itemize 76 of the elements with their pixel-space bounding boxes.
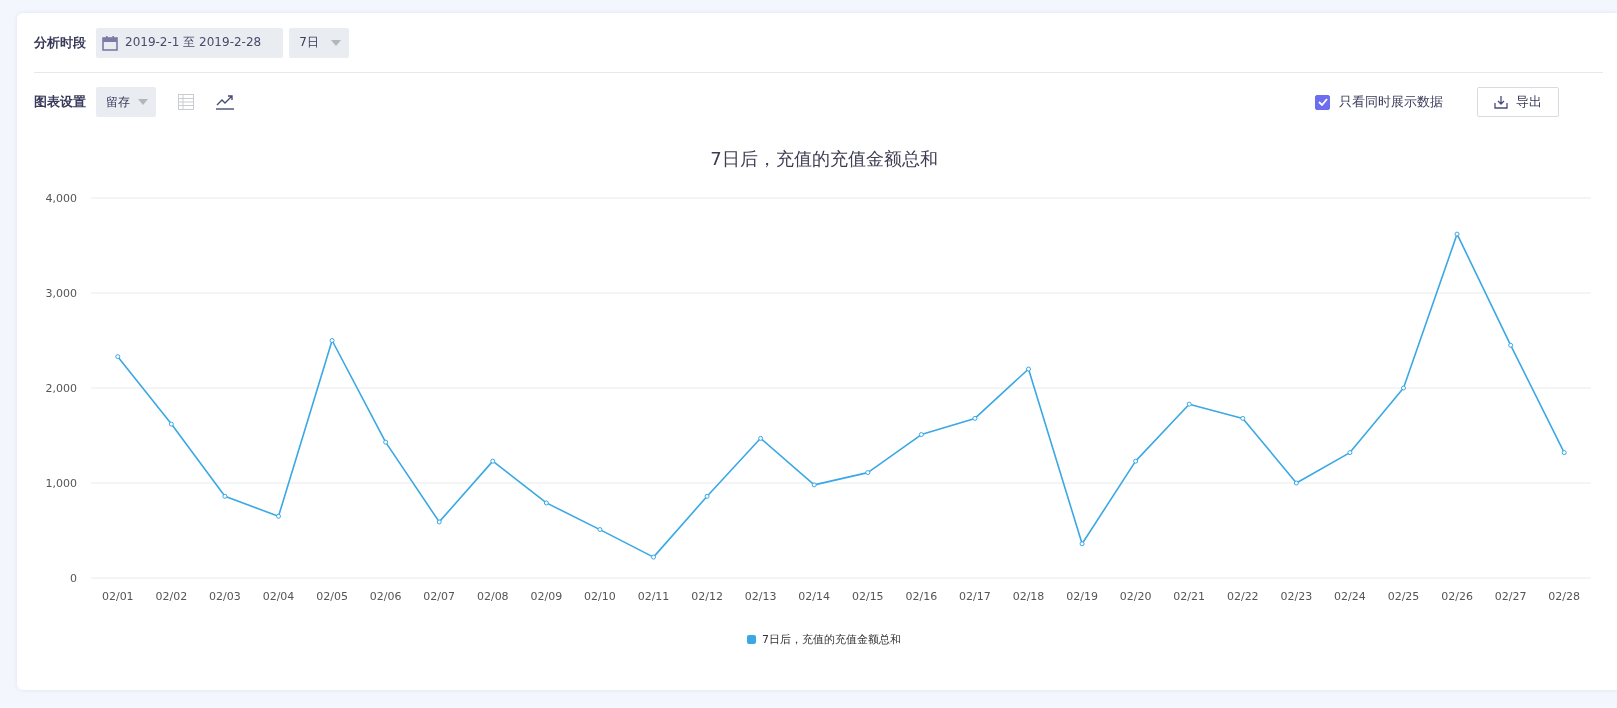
x-axis-label: 02/08 <box>476 590 509 603</box>
x-axis-label: 02/16 <box>905 590 938 603</box>
data-point <box>1079 541 1085 547</box>
chart-settings-label: 图表设置 <box>34 93 86 111</box>
data-point <box>1186 401 1192 407</box>
x-axis-label: 02/07 <box>423 590 456 603</box>
x-axis-label: 02/25 <box>1387 590 1420 603</box>
x-axis-label: 02/09 <box>530 590 563 603</box>
calendar-icon <box>102 34 118 51</box>
data-point <box>972 415 978 421</box>
data-point <box>1133 458 1139 464</box>
data-point <box>1347 450 1353 456</box>
data-point <box>490 458 496 464</box>
x-axis-label: 02/24 <box>1334 590 1366 603</box>
y-axis-label: 4,000 <box>45 192 77 205</box>
x-axis-label: 02/27 <box>1494 590 1527 603</box>
metric-dropdown[interactable]: 留存 <box>96 87 156 117</box>
period-label: 分析时段 <box>34 33 86 52</box>
data-point <box>168 421 174 427</box>
only-concurrent-checkbox[interactable]: 只看同时展示数据 <box>1315 93 1443 111</box>
y-axis-label: 0 <box>70 572 77 585</box>
x-axis-label: 02/06 <box>369 590 402 603</box>
x-axis-label: 02/18 <box>1012 590 1045 603</box>
x-axis-label: 02/17 <box>959 590 991 603</box>
data-point <box>1401 385 1406 391</box>
data-point <box>329 338 335 343</box>
x-axis-label: 02/04 <box>262 590 295 603</box>
y-axis-label: 1,000 <box>45 477 77 490</box>
x-axis-label: 02/05 <box>316 590 348 603</box>
x-axis-label: 02/03 <box>209 590 241 603</box>
data-point <box>276 513 281 519</box>
x-axis-label: 02/23 <box>1280 590 1313 603</box>
data-point <box>222 493 228 499</box>
x-axis-label: 02/19 <box>1066 590 1098 603</box>
data-point <box>918 432 924 438</box>
chart-title: 7日后，充值的充值金额总和 <box>709 147 939 171</box>
data-point <box>1240 415 1246 421</box>
caret-icon <box>138 99 148 105</box>
data-point <box>1293 480 1299 486</box>
x-axis-label: 02/15 <box>851 590 884 603</box>
data-point <box>597 527 603 533</box>
export-button[interactable]: 导出 <box>1477 87 1559 117</box>
download-icon <box>1494 95 1508 109</box>
data-point <box>383 439 389 445</box>
data-point <box>115 354 121 360</box>
data-point <box>1508 342 1514 348</box>
y-axis-label: 2,000 <box>45 382 77 395</box>
x-axis-label: 02/11 <box>637 590 670 603</box>
x-axis-label: 02/20 <box>1119 590 1152 603</box>
x-axis-label: 02/02 <box>155 590 188 603</box>
x-axis-label: 02/13 <box>744 590 777 603</box>
x-axis-label: 02/12 <box>691 590 723 603</box>
data-point <box>1026 366 1031 372</box>
x-axis-label: 02/26 <box>1441 590 1473 603</box>
data-point <box>758 435 764 441</box>
data-point <box>865 470 871 476</box>
data-point <box>1454 231 1460 237</box>
x-axis-label: 02/01 <box>101 590 134 603</box>
data-point <box>436 519 442 525</box>
line-chart-icon[interactable] <box>216 94 234 110</box>
data-point <box>543 500 549 506</box>
interval-dropdown[interactable]: 7日 <box>289 27 350 58</box>
x-axis-label: 02/21 <box>1173 590 1206 603</box>
data-point <box>704 493 710 499</box>
y-axis-label: 3,000 <box>45 287 77 300</box>
x-axis-label: 02/10 <box>584 590 616 603</box>
legend-label[interactable]: 7日后，充值的充值金额总和 <box>762 632 901 647</box>
x-axis-label: 02/28 <box>1548 590 1581 603</box>
data-point <box>1561 450 1567 456</box>
data-point <box>651 554 656 560</box>
x-axis-label: 02/22 <box>1226 590 1259 603</box>
date-range-picker[interactable]: 2019-2-1 至 2019-2-28 <box>96 27 284 58</box>
checkbox[interactable] <box>1315 94 1330 110</box>
data-point <box>811 482 817 488</box>
x-axis-label: 02/14 <box>798 590 831 603</box>
caret-icon <box>331 39 342 46</box>
